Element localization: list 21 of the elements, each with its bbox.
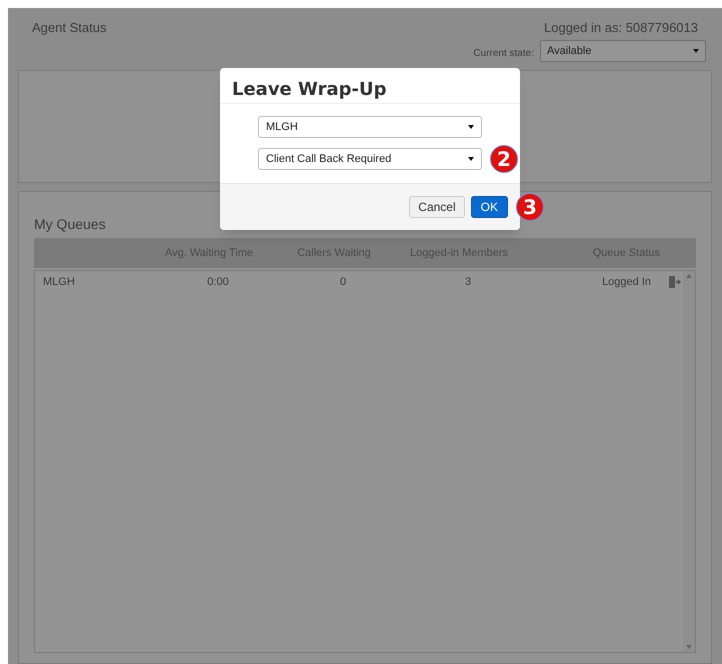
table-cell-text: Logged In [601,274,651,290]
caret-icon [693,49,699,53]
table-cell-text: 0:00 [206,274,230,290]
current-state-label: Current state: [473,46,534,60]
step-badge: 2 [490,145,518,173]
scroll-down-icon[interactable] [686,645,692,649]
queues-title: My Queues [34,215,107,234]
logout-icon[interactable] [669,276,681,288]
table-cell-text: 3 [464,274,472,290]
ok-button[interactable]: OK [470,196,508,218]
scrollbar[interactable] [683,271,695,652]
dialog-title: Leave Wrap-Up [220,68,520,104]
dropdown[interactable]: MLGH [258,116,482,138]
scroll-up-icon[interactable] [686,274,692,278]
table-cell-text: MLGH [43,274,76,290]
table-cell-text: 0 [338,274,348,290]
state-select[interactable]: Available [540,40,706,62]
caret-icon [468,125,474,129]
caret-icon [468,157,474,161]
dropdown[interactable]: Client Call Back Required [258,148,482,170]
cancel-button[interactable]: Cancel [409,196,465,218]
